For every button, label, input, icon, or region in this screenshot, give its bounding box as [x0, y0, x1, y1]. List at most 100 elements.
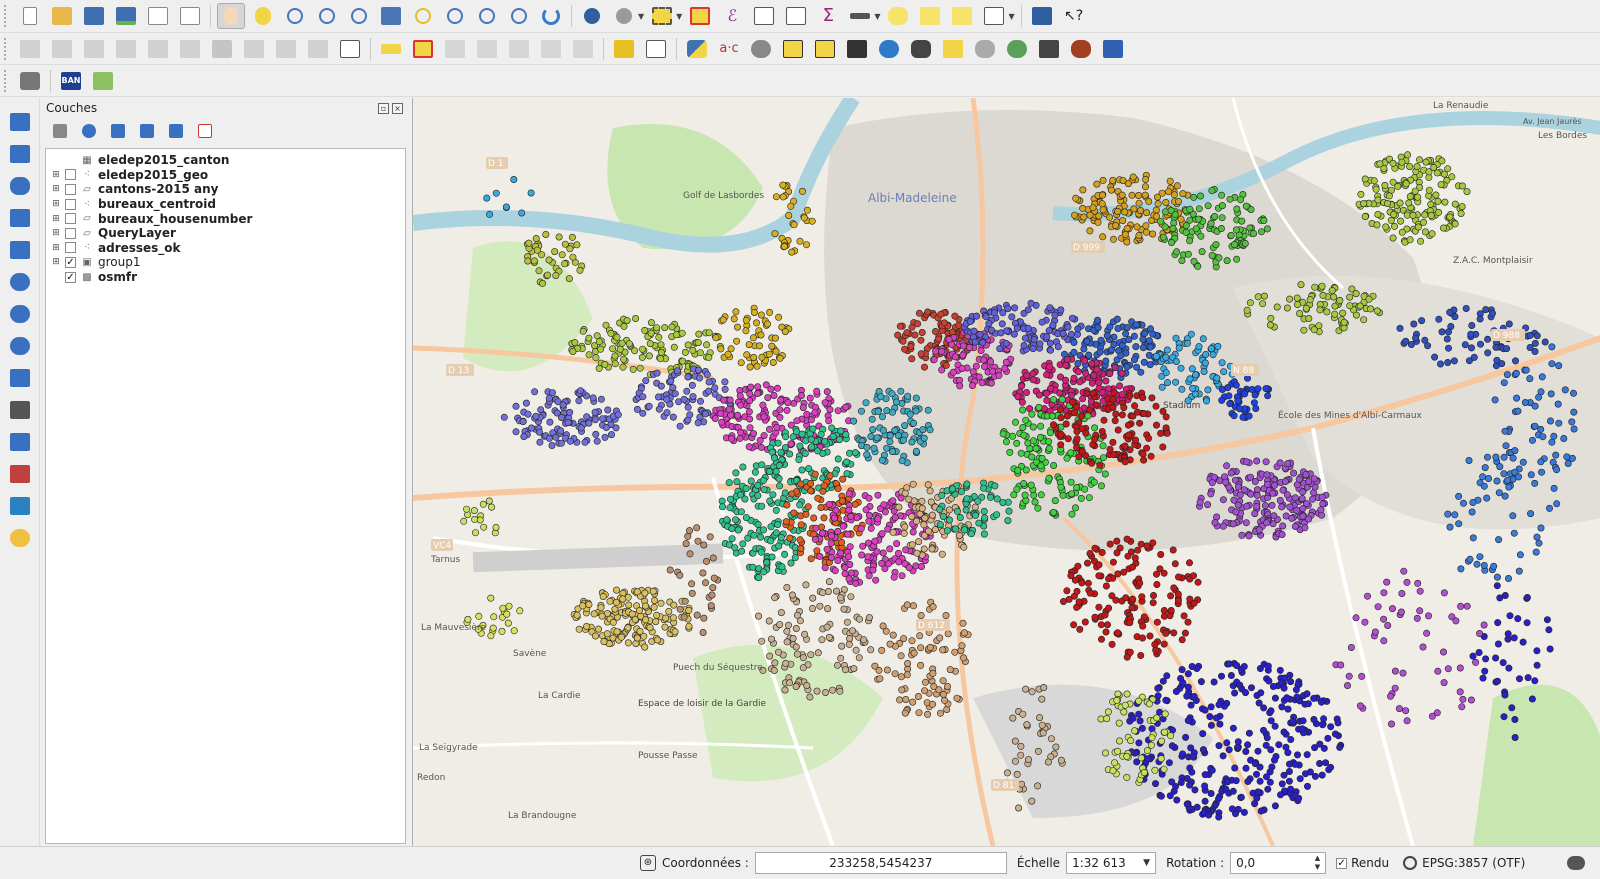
close-icon[interactable]: ×	[392, 102, 403, 114]
add-raster-layer-icon[interactable]	[6, 141, 34, 167]
expand-icon[interactable]: ⊞	[50, 257, 62, 267]
statistics-icon[interactable]: Σ	[814, 3, 842, 29]
identify-icon[interactable]	[578, 3, 606, 29]
bird-icon[interactable]	[1067, 36, 1095, 62]
manage-visibility-icon[interactable]	[78, 121, 100, 141]
layer-visibility-checkbox[interactable]: ✓	[65, 271, 76, 283]
copy-features-icon[interactable]	[272, 36, 300, 62]
map-canvas[interactable]: Albi-Madeleine Golf de Lasbordes Stadium…	[412, 98, 1600, 846]
expression-select-icon[interactable]: ℰ	[718, 3, 746, 29]
save-project-icon[interactable]	[80, 3, 108, 29]
map-tips-icon[interactable]	[884, 3, 912, 29]
layer-visibility-checkbox[interactable]	[65, 227, 76, 239]
add-geometry-icon[interactable]	[6, 461, 34, 487]
messages-icon[interactable]: ⊛	[640, 855, 656, 871]
remove-layer-icon[interactable]	[194, 121, 216, 141]
add-polygon-icon[interactable]	[6, 493, 34, 519]
show-hide-labels-icon[interactable]	[473, 36, 501, 62]
zoom-selection-icon[interactable]	[409, 3, 437, 29]
crs-icon[interactable]	[1403, 856, 1418, 870]
grid-icon[interactable]	[1099, 36, 1127, 62]
spin-down-icon[interactable]: ▼	[1315, 863, 1320, 872]
layer-row[interactable]: ⊞ ✓ ▣ group1	[46, 255, 405, 270]
coordinates-field[interactable]: 233258,5454237	[754, 852, 1007, 874]
layer-row[interactable]: ⊞ ▱ cantons-2015 any	[46, 182, 405, 197]
new-project-icon[interactable]	[16, 3, 44, 29]
layer-visibility-checkbox[interactable]	[65, 155, 76, 166]
scale-combo[interactable]: 1:32 613 ▼	[1066, 852, 1157, 874]
expand-icon[interactable]: ⊞	[50, 199, 62, 209]
chevron-down-icon[interactable]: ▼	[638, 12, 644, 21]
text-annotation-icon[interactable]	[980, 3, 1008, 29]
add-delimited-layer-icon[interactable]	[6, 365, 34, 391]
zoom-native-icon[interactable]	[345, 3, 373, 29]
layer-visibility-checkbox[interactable]	[65, 198, 76, 210]
add-delimited-text-icon[interactable]	[336, 36, 364, 62]
new-bookmark-icon[interactable]	[916, 3, 944, 29]
history-icon[interactable]	[939, 36, 967, 62]
processing-icon[interactable]	[747, 36, 775, 62]
composer-manager-icon[interactable]	[176, 3, 204, 29]
expand-icon[interactable]: ⊞	[50, 214, 62, 224]
add-group-icon[interactable]	[49, 121, 71, 141]
delete-selected-icon[interactable]	[208, 36, 236, 62]
expand-all-icon[interactable]	[136, 121, 158, 141]
layer-row[interactable]: ⊞ ⁖ eledep2015_geo	[46, 168, 405, 183]
message-log-icon[interactable]	[1567, 856, 1586, 870]
deselect-icon[interactable]	[686, 3, 714, 29]
open-project-icon[interactable]	[48, 3, 76, 29]
python-console-icon[interactable]	[683, 36, 711, 62]
results-viewer-icon[interactable]	[971, 36, 999, 62]
move-label-icon[interactable]	[505, 36, 533, 62]
layer-visibility-checkbox[interactable]	[65, 169, 76, 181]
chevron-down-icon[interactable]: ▼	[1008, 12, 1014, 21]
zoom-in-icon[interactable]	[281, 3, 309, 29]
expand-icon[interactable]: ⊞	[50, 243, 62, 253]
add-feature-icon[interactable]	[112, 36, 140, 62]
zoom-last-icon[interactable]	[473, 3, 501, 29]
add-virtual-layer-icon[interactable]	[6, 429, 34, 455]
collapse-all-icon[interactable]	[165, 121, 187, 141]
spin-up-icon[interactable]: ▲	[1315, 854, 1320, 863]
node-tool-icon[interactable]	[176, 36, 204, 62]
add-spatialite-layer-icon[interactable]	[6, 205, 34, 231]
layer-visibility-checkbox[interactable]: ✓	[65, 256, 76, 268]
change-label-icon[interactable]	[569, 36, 597, 62]
show-bookmarks-icon[interactable]	[948, 3, 976, 29]
cut-features-icon[interactable]	[240, 36, 268, 62]
add-postgis-layer-icon[interactable]	[6, 173, 34, 199]
layer-row[interactable]: ▦ eledep2015_canton	[46, 153, 405, 168]
chevron-down-icon[interactable]: ▼	[874, 12, 880, 21]
csw-icon[interactable]	[642, 36, 670, 62]
layer-tree[interactable]: ▦ eledep2015_canton ⊞ ⁖ eledep2015_geo ⊞ ▱ cant…	[45, 148, 406, 844]
add-wms-layer-icon[interactable]	[6, 269, 34, 295]
attribute-table-icon[interactable]	[750, 3, 778, 29]
globe-icon[interactable]	[1003, 36, 1031, 62]
add-wcs-layer-icon[interactable]	[6, 301, 34, 327]
run-action-icon[interactable]	[610, 3, 638, 29]
layer-visibility-checkbox[interactable]	[65, 183, 76, 195]
toolbar-handle[interactable]	[4, 37, 10, 60]
render-checkbox[interactable]: ✓	[1336, 857, 1348, 869]
rotation-spinbox[interactable]: 0,0 ▲ ▼	[1230, 852, 1327, 874]
measure-icon[interactable]	[846, 3, 874, 29]
graphical-modeler-icon[interactable]	[875, 36, 903, 62]
add-circle-icon[interactable]	[6, 525, 34, 551]
whats-this-icon[interactable]: ↖?	[1060, 3, 1088, 29]
filter-legend-icon[interactable]	[107, 121, 129, 141]
zoom-layer-icon[interactable]	[441, 3, 469, 29]
select-features-icon[interactable]	[648, 3, 676, 29]
map-plugin-icon[interactable]	[89, 68, 117, 94]
geocoding-icon[interactable]: a·c	[715, 36, 743, 62]
pin-labels-icon[interactable]	[441, 36, 469, 62]
map-svg[interactable]: Albi-Madeleine Golf de Lasbordes Stadium…	[413, 98, 1600, 846]
toggle-editing-icon[interactable]	[48, 36, 76, 62]
help-icon[interactable]	[1028, 3, 1056, 29]
save-as-icon[interactable]	[112, 3, 140, 29]
add-wfs-layer-icon[interactable]	[6, 333, 34, 359]
zoom-next-icon[interactable]	[505, 3, 533, 29]
layer-visibility-checkbox[interactable]	[65, 242, 76, 254]
layer-labeling-icon[interactable]	[409, 36, 437, 62]
layer-row[interactable]: ⊞ ⁖ adresses_ok	[46, 241, 405, 256]
move-feature-icon[interactable]	[144, 36, 172, 62]
